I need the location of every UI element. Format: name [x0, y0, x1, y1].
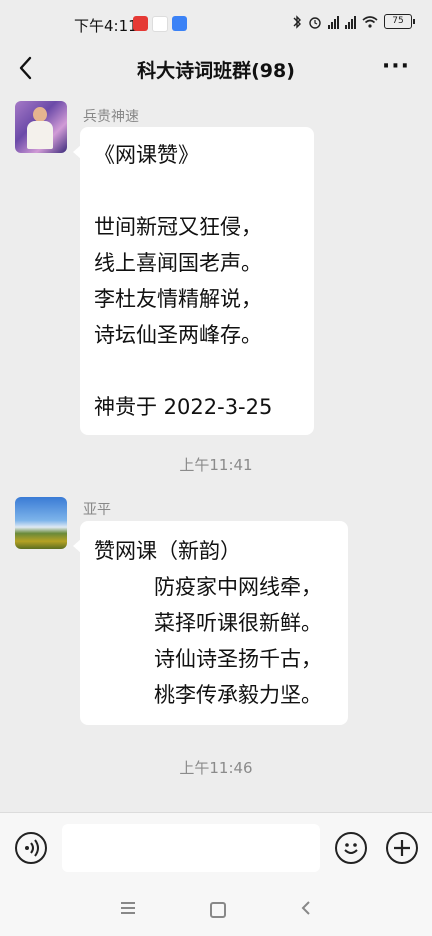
signal-icon [345, 15, 356, 29]
message-line: 神贵于 2022-3-25 [94, 395, 273, 419]
sender-name: 兵贵神速 [83, 109, 139, 125]
wifi-icon [362, 15, 378, 28]
signal-icon [328, 15, 339, 29]
timestamp: 上午11:46 [179, 759, 253, 777]
avatar[interactable] [15, 101, 67, 153]
message-line: 李杜友情精解说， [94, 287, 262, 311]
message-line: 线上喜闻国老声。 [94, 251, 262, 275]
message-line [94, 353, 300, 389]
message-input[interactable] [62, 824, 320, 872]
back-icon[interactable] [300, 900, 312, 916]
battery-icon: 75 [384, 14, 415, 29]
voice-icon[interactable] [15, 832, 47, 864]
message-line: 诗仙诗圣扬千古， [154, 647, 322, 671]
message-bubble[interactable]: 赞网课（新韵） 防疫家中网线牵， 菜择听课很新鲜。 诗仙诗圣扬千古， 桃李传承毅… [73, 521, 348, 725]
sender-name: 亚平 [83, 502, 111, 518]
avatar[interactable] [15, 497, 67, 549]
message-line: 菜择听课很新鲜。 [154, 611, 322, 635]
bluetooth-icon [293, 14, 301, 29]
emoji-icon[interactable] [335, 832, 367, 864]
notification-app-icon [133, 16, 148, 31]
status-icons: 75 [292, 14, 415, 29]
message-line: 《网课赞》 [94, 143, 199, 167]
status-time: 下午4:11 [74, 17, 138, 35]
message-line: 赞网课（新韵） [94, 539, 241, 563]
message-bubble[interactable]: 《网课赞》 世间新冠又狂侵， 线上喜闻国老声。 李杜友情精解说， 诗坛仙圣两峰存… [73, 127, 314, 435]
message-line [94, 173, 300, 209]
message-line: 诗坛仙圣两峰存。 [94, 323, 262, 347]
alarm-icon [309, 16, 321, 29]
message-line: 桃李传承毅力坚。 [154, 683, 322, 707]
system-nav-bar [0, 884, 432, 936]
notification-app-icon [172, 16, 187, 31]
more-icon[interactable]: ··· [382, 54, 410, 79]
plus-icon[interactable] [386, 832, 418, 864]
menu-icon[interactable] [121, 902, 135, 917]
message-line: 防疫家中网线牵， [154, 575, 322, 599]
input-bar [0, 812, 432, 885]
notification-app-icon [152, 16, 168, 32]
home-icon[interactable] [210, 902, 226, 918]
message-line: 世间新冠又狂侵， [94, 215, 262, 239]
chat-header: 科大诗词班群(98) ··· [0, 44, 432, 92]
timestamp: 上午11:41 [179, 456, 253, 474]
chat-title: 科大诗词班群(98) [137, 60, 295, 82]
